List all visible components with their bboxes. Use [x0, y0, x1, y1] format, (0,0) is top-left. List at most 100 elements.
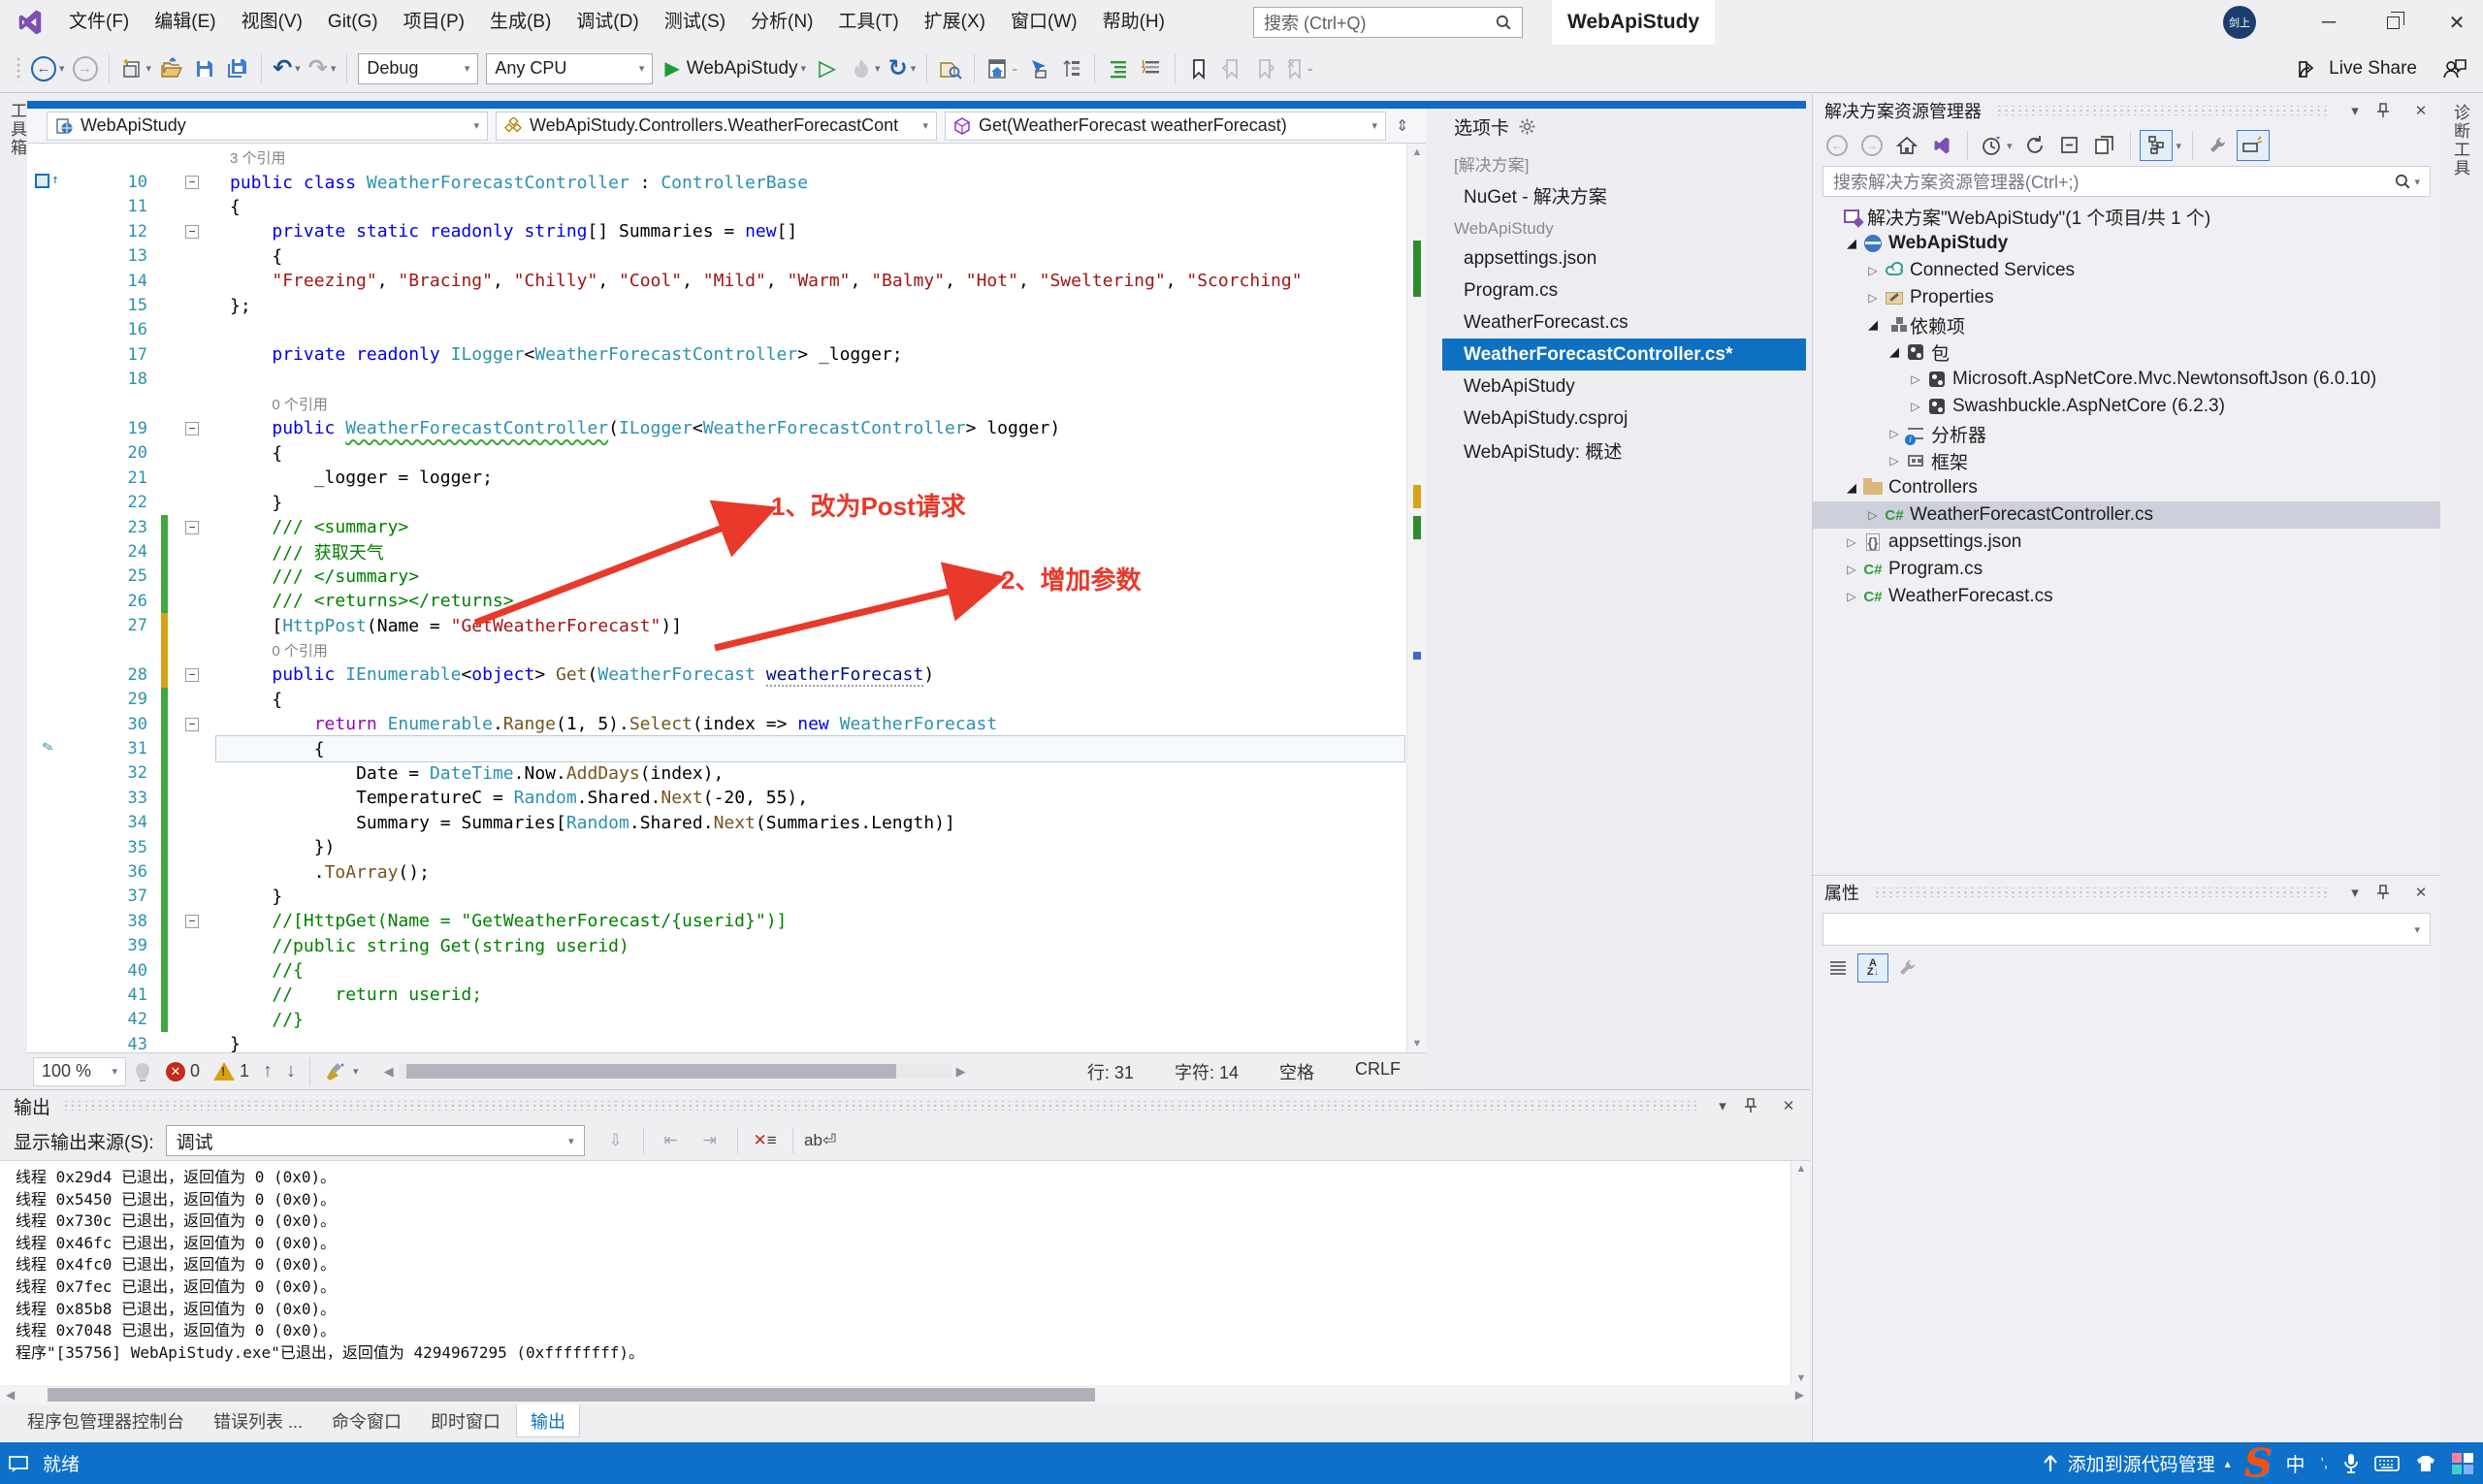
code-editor[interactable]: 3 个引用 10 − public class WeatherForecastCont… [27, 144, 1426, 1052]
collapse-region-icon[interactable]: − [185, 520, 199, 534]
collapsed-arrow-icon[interactable]: ▷ [1863, 264, 1883, 277]
document-tab[interactable]: WeatherForecast.cs [1442, 306, 1806, 339]
quick-search-box[interactable]: 搜索 (Ctrl+Q) [1253, 7, 1523, 38]
member-dropdown[interactable]: Get(WeatherForecast weatherForecast) ▾ [945, 111, 1386, 141]
space-mode-indicator[interactable]: 空格 [1279, 1059, 1314, 1084]
scroll-up-icon[interactable]: ▲ [1791, 1163, 1810, 1175]
tree-item[interactable]: ◢ 包 [1813, 339, 2440, 366]
toggle-bookmark-button[interactable] [1182, 50, 1215, 87]
keyboard-icon[interactable] [2374, 1455, 2400, 1472]
open-file-button[interactable] [155, 50, 188, 87]
code-line-41[interactable]: 41 // return userid; [27, 983, 1404, 1008]
tree-item[interactable]: ▷ C# WeatherForecastController.cs [1813, 501, 2440, 529]
menu-item-S[interactable]: 测试(S) [652, 0, 738, 45]
window-position-icon[interactable]: ▾ [2343, 102, 2367, 119]
toolbox-vertical-tab[interactable]: 工具箱 [5, 102, 29, 157]
goto-message-icon[interactable]: ⇩ [598, 1125, 633, 1156]
toolbar-grip[interactable] [16, 55, 21, 81]
collapse-region-icon[interactable]: − [185, 667, 199, 682]
tree-item[interactable]: ▷ 框架 [1813, 447, 2440, 474]
prev-issue-button[interactable]: ↑ [263, 1060, 273, 1082]
code-line-32[interactable]: 32 Date = DateTime.Now.AddDays(index), [27, 760, 1404, 787]
output-horizontal-scrollbar[interactable]: ◀ ▶ [0, 1385, 1810, 1404]
tool-window-tab[interactable]: 错误列表 ... [200, 1404, 316, 1437]
format-document-button[interactable] [1135, 50, 1168, 87]
se-back-button[interactable]: ← [1821, 130, 1854, 161]
tree-item[interactable]: ◢ Controllers [1813, 474, 2440, 501]
scroll-right-icon[interactable]: ▶ [1790, 1388, 1810, 1402]
code-line-27[interactable]: 27 [HttpPost(Name = "GetWeatherForecast")… [27, 613, 1404, 638]
property-pages-button[interactable] [1892, 953, 1923, 983]
code-line-17[interactable]: 17 private readonly ILogger<WeatherForeca… [27, 342, 1404, 367]
menu-item-B[interactable]: 生成(B) [477, 0, 564, 45]
restart-button[interactable]: ↻ ▾ [885, 50, 920, 87]
code-line-28[interactable]: 28 − public IEnumerable<object> Get(Weathe… [27, 662, 1404, 688]
expanded-arrow-icon[interactable]: ◢ [1863, 317, 1883, 333]
collapsed-arrow-icon[interactable]: ▷ [1863, 508, 1883, 522]
close-icon[interactable]: ✕ [2409, 102, 2433, 119]
se-home-button[interactable] [1890, 130, 1923, 161]
navigate-home-button[interactable]: ₌ [982, 50, 1021, 87]
window-position-icon[interactable]: ▾ [1711, 1097, 1734, 1114]
output-hscroll-thumb[interactable] [48, 1388, 1096, 1402]
hscroll-thumb[interactable] [405, 1064, 896, 1079]
tool-window-tab[interactable]: 命令窗口 [318, 1404, 415, 1437]
diagnostics-vertical-tab[interactable]: 诊断工具 [2448, 104, 2472, 177]
se-sync-active-document-button[interactable] [2139, 130, 2173, 161]
navigate-forward-button[interactable]: → [69, 50, 102, 87]
panel-drag-handle[interactable] [64, 1101, 1697, 1111]
collapse-region-icon[interactable]: − [185, 176, 199, 190]
panel-drag-handle[interactable] [1873, 887, 2330, 897]
se-preview-selected-button[interactable] [2088, 130, 2121, 161]
code-line-14[interactable]: 14 "Freezing", "Bracing", "Chilly", "Cool… [27, 269, 1404, 293]
code-line-42[interactable]: 42 //} [27, 1007, 1404, 1033]
output-source-combo[interactable]: 调试 ▾ [165, 1125, 585, 1156]
tool-window-tab[interactable]: 输出 [516, 1404, 581, 1437]
collapsed-arrow-icon[interactable]: ▷ [1885, 427, 1904, 440]
split-window-icon[interactable]: ⇕ [1396, 116, 1408, 136]
code-line-33[interactable]: 33 TemperatureC = Random.Shared.Next(-20,… [27, 786, 1404, 811]
menu-item-T[interactable]: 工具(T) [825, 0, 911, 45]
code-line-15[interactable]: 15}; [27, 293, 1404, 317]
sogou-toolbox-icon[interactable] [2452, 1452, 2473, 1474]
code-line-38[interactable]: 38 − //[HttpGet(Name = "GetWeatherForecast… [27, 909, 1404, 934]
code-line-20[interactable]: 20 { [27, 441, 1404, 466]
tool-window-tab[interactable]: 即时窗口 [417, 1404, 514, 1437]
code-line-13[interactable]: 13 { [27, 244, 1404, 269]
collapse-region-icon[interactable]: − [185, 914, 199, 928]
class-dropdown[interactable]: WebApiStudy.Controllers.WeatherForecastC… [496, 111, 937, 141]
word-wrap-icon[interactable]: ab⏎ [803, 1125, 838, 1156]
project-dropdown[interactable]: WebApiStudy ▾ [47, 111, 488, 141]
code-line-35[interactable]: 35}) [27, 834, 1404, 860]
pin-icon[interactable] [2376, 885, 2400, 900]
tree-item[interactable]: ◢ 依赖项 [1813, 311, 2440, 339]
start-debugging-button[interactable]: ▶ WebApiStudy ▾ [657, 50, 814, 87]
code-line-40[interactable]: 40 //{ [27, 957, 1404, 984]
select-element-button[interactable] [1021, 50, 1054, 87]
code-line-43[interactable]: 43} [27, 1032, 1404, 1052]
se-pending-changes-filter-button[interactable]: ▾ [1977, 130, 2016, 161]
close-icon[interactable]: ✕ [1777, 1097, 1800, 1114]
caret-line-indicator[interactable]: 行: 31 [1087, 1059, 1134, 1084]
new-project-button[interactable]: ▾ [116, 50, 156, 87]
code-line-34[interactable]: 34 Summary = Summaries[Random.Shared.Next… [27, 810, 1404, 835]
ime-language-indicator[interactable]: 中 [2286, 1449, 2306, 1477]
tree-item[interactable]: ▷ C# WeatherForecast.cs [1813, 583, 2440, 610]
expanded-arrow-icon[interactable]: ◢ [1885, 344, 1904, 360]
code-line-10[interactable]: 10 − public class WeatherForecastControlle… [27, 170, 1404, 194]
eol-indicator[interactable]: CRLF [1355, 1059, 1401, 1084]
tree-item[interactable]: ▷ Swashbuckle.AspNetCore (6.2.3) [1813, 393, 2440, 420]
feedback-status-icon[interactable] [8, 1454, 29, 1473]
se-wrench-button[interactable] [2202, 130, 2235, 161]
scroll-up-icon[interactable]: ▲ [1407, 144, 1426, 161]
fold-margin[interactable]: − [168, 667, 216, 682]
next-bookmark-button[interactable] [1248, 50, 1281, 87]
solution-platform-combo[interactable]: Any CPU ▾ [486, 52, 654, 84]
menu-item-GitG[interactable]: Git(G) [315, 0, 391, 45]
document-tab[interactable]: NuGet - 解决方案 [1442, 179, 1806, 211]
menu-item-N[interactable]: 分析(N) [738, 0, 825, 45]
alphabetical-button[interactable]: A Z↓ [1857, 953, 1888, 983]
scroll-down-icon[interactable]: ▼ [1407, 1035, 1426, 1052]
clear-bookmarks-button[interactable]: ₌ [1281, 50, 1317, 87]
zoom-level-combo[interactable]: 100 % ▾ [33, 1056, 126, 1086]
